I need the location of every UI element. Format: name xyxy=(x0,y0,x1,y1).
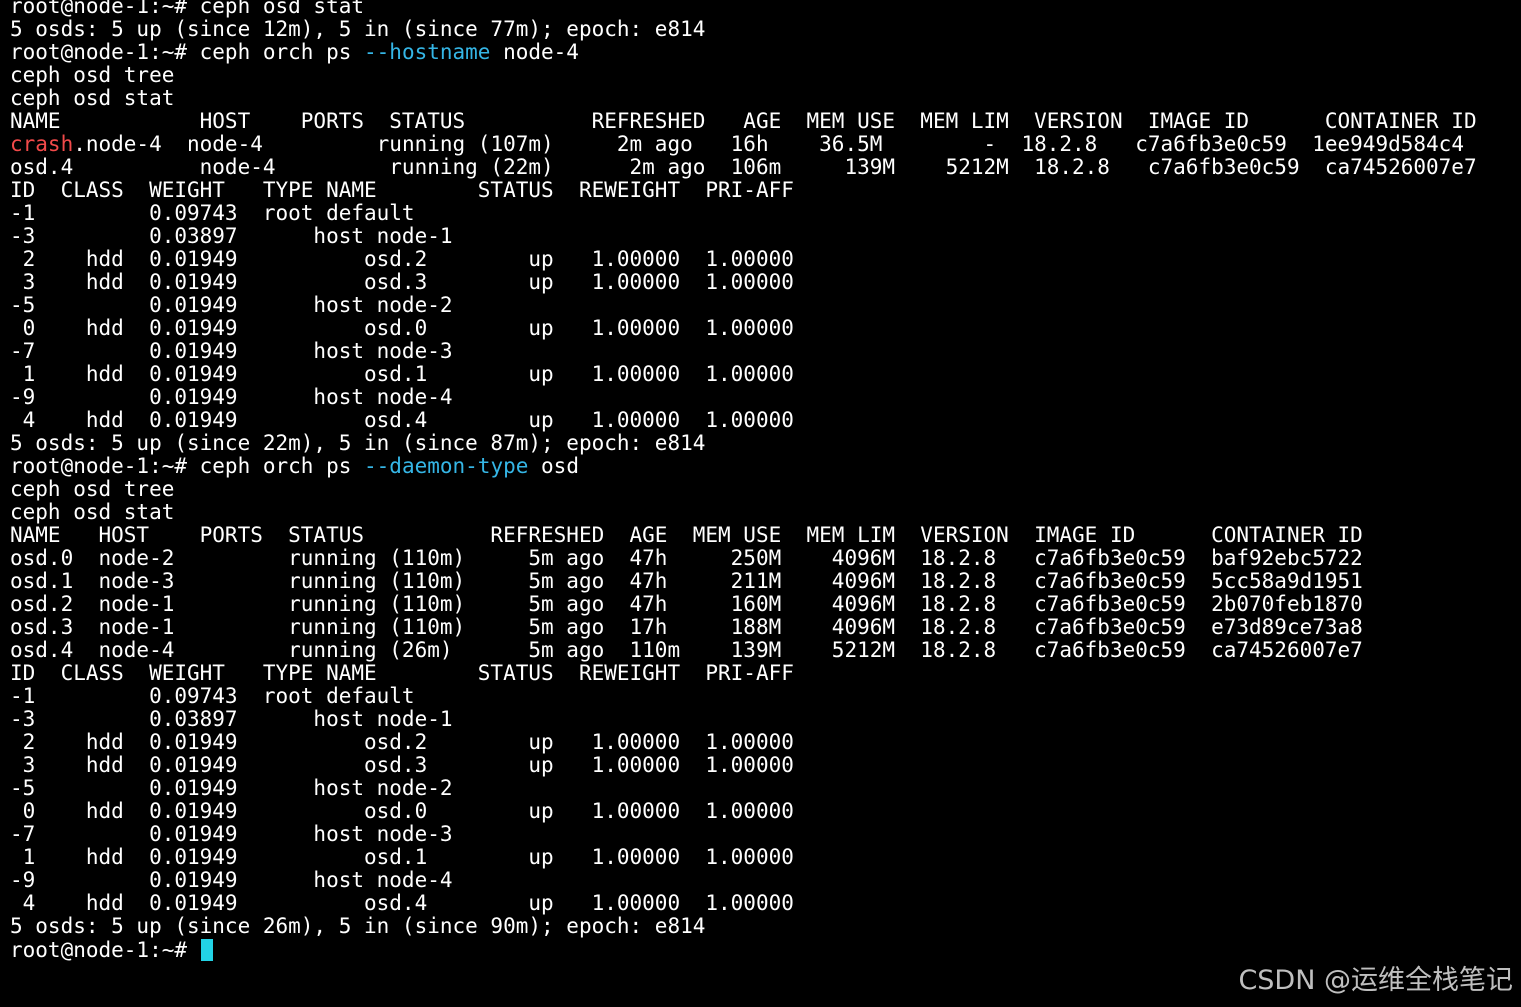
terminal-text: osd.4 node-4 running (22m) 2m ago 106m 1… xyxy=(10,155,1477,179)
terminal-text: -3 0.03897 host node-1 xyxy=(10,224,453,248)
terminal-text: ceph osd stat xyxy=(10,86,175,110)
terminal-text: -5 0.01949 host node-2 xyxy=(10,776,453,800)
terminal-text: -1 0.09743 root default xyxy=(10,684,415,708)
terminal-text: ID CLASS WEIGHT TYPE NAME STATUS REWEIGH… xyxy=(10,661,794,685)
terminal-text: 2 hdd 0.01949 osd.2 up 1.00000 1.00000 xyxy=(10,730,794,754)
terminal-cursor[interactable] xyxy=(200,939,213,961)
command-option: --hostname xyxy=(364,40,491,64)
terminal-text: NAME HOST PORTS STATUS REFRESHED AGE MEM… xyxy=(10,109,1477,133)
terminal-text: osd.0 node-2 running (110m) 5m ago 47h 2… xyxy=(10,546,1363,570)
terminal-text: -3 0.03897 host node-1 xyxy=(10,707,453,731)
terminal-line: ceph osd tree xyxy=(10,65,1521,89)
terminal-text: ceph osd stat xyxy=(10,500,175,524)
terminal-text: ID CLASS WEIGHT TYPE NAME STATUS REWEIGH… xyxy=(10,178,794,202)
terminal-text: NAME HOST PORTS STATUS REFRESHED AGE MEM… xyxy=(10,523,1363,547)
terminal-text: ceph osd tree xyxy=(10,477,175,501)
terminal-text: 2 hdd 0.01949 osd.2 up 1.00000 1.00000 xyxy=(10,247,794,271)
terminal-text: root@node-1:~# ceph orch ps xyxy=(10,454,365,478)
terminal-line: root@node-1:~# ceph orch ps --daemon-typ… xyxy=(10,456,1521,480)
terminal-text: -5 0.01949 host node-2 xyxy=(10,293,453,317)
terminal-text: root@node-1:~# ceph osd stat xyxy=(10,0,365,18)
terminal-text: 1 hdd 0.01949 osd.1 up 1.00000 1.00000 xyxy=(10,845,794,869)
terminal-output: root@node-1:~# ceph osd stat 5 osds: 5 up… xyxy=(10,0,1521,963)
terminal-text: osd.2 node-1 running (110m) 5m ago 47h 1… xyxy=(10,592,1363,616)
terminal-text: 4 hdd 0.01949 osd.4 up 1.00000 1.00000 xyxy=(10,891,794,915)
terminal-text: 5 osds: 5 up (since 22m), 5 in (since 87… xyxy=(10,431,706,455)
terminal-text: osd.3 node-1 running (110m) 5m ago 17h 1… xyxy=(10,615,1363,639)
terminal-text: 3 hdd 0.01949 osd.3 up 1.00000 1.00000 xyxy=(10,270,794,294)
terminal-text: node-4 xyxy=(490,40,579,64)
terminal-line: 5 osds: 5 up (since 26m), 5 in (since 90… xyxy=(10,916,1521,940)
terminal-text: -7 0.01949 host node-3 xyxy=(10,339,453,363)
terminal-text: 1 hdd 0.01949 osd.1 up 1.00000 1.00000 xyxy=(10,362,794,386)
terminal-text: -9 0.01949 host node-4 xyxy=(10,868,453,892)
terminal-text: ceph osd tree xyxy=(10,63,175,87)
terminal-window[interactable]: root@node-1:~# ceph osd stat 5 osds: 5 up… xyxy=(0,0,1521,1007)
terminal-text: -7 0.01949 host node-3 xyxy=(10,822,453,846)
terminal-text: 5 osds: 5 up (since 26m), 5 in (since 90… xyxy=(10,914,706,938)
terminal-text: osd.1 node-3 running (110m) 5m ago 47h 2… xyxy=(10,569,1363,593)
terminal-text: root@node-1:~# ceph orch ps xyxy=(10,40,365,64)
terminal-line: root@node-1:~# ceph orch ps --hostname n… xyxy=(10,42,1521,66)
terminal-text: .node-4 node-4 running (107m) 2m ago 16h… xyxy=(73,132,1464,156)
terminal-text: 5 osds: 5 up (since 12m), 5 in (since 77… xyxy=(10,17,706,41)
terminal-text: 0 hdd 0.01949 osd.0 up 1.00000 1.00000 xyxy=(10,316,794,340)
terminal-text: 4 hdd 0.01949 osd.4 up 1.00000 1.00000 xyxy=(10,408,794,432)
terminal-text: -9 0.01949 host node-4 xyxy=(10,385,453,409)
terminal-text: 3 hdd 0.01949 osd.3 up 1.00000 1.00000 xyxy=(10,753,794,777)
command-option: --daemon-type xyxy=(364,454,529,478)
terminal-text: osd xyxy=(528,454,579,478)
terminal-text: -1 0.09743 root default xyxy=(10,201,415,225)
highlighted-daemon-name: crash xyxy=(10,132,74,156)
terminal-text: 0 hdd 0.01949 osd.0 up 1.00000 1.00000 xyxy=(10,799,794,823)
terminal-line: ceph osd tree xyxy=(10,479,1521,503)
csdn-watermark: CSDN @运维全栈笔记 xyxy=(1238,965,1513,996)
terminal-text: root@node-1:~# xyxy=(10,938,200,962)
terminal-text: osd.4 node-4 running (26m) 5m ago 110m 1… xyxy=(10,638,1363,662)
